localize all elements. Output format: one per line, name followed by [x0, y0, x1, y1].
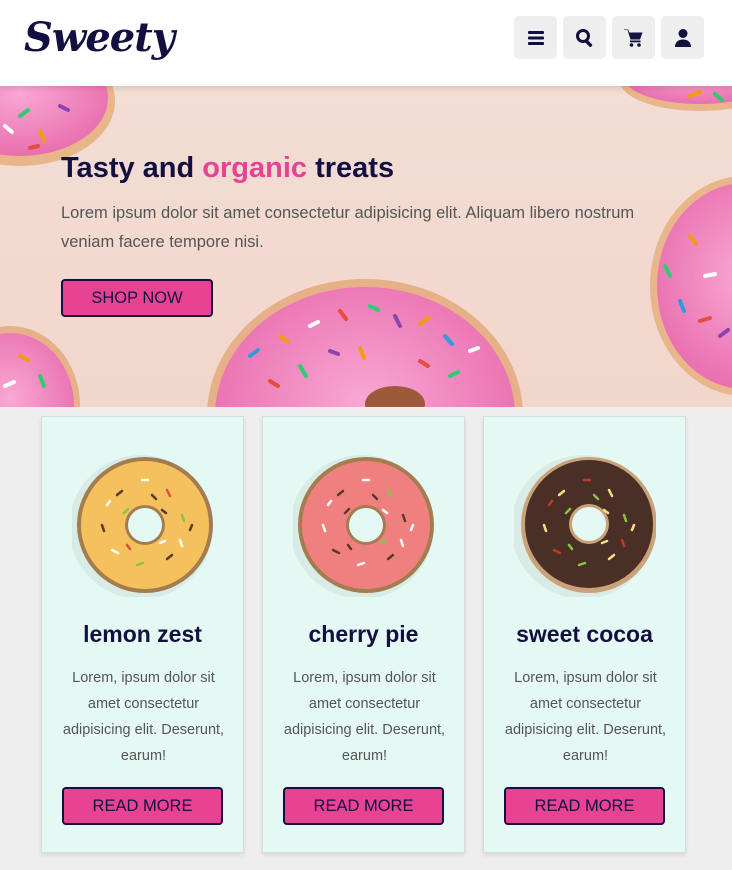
read-more-button[interactable]: READ MORE: [283, 787, 444, 825]
account-button[interactable]: [661, 16, 704, 59]
product-title: cherry pie: [308, 621, 419, 647]
hero-title: Tasty and organic treats: [61, 152, 395, 184]
product-description: Lorem, ipsum dolor sit amet consectetur …: [62, 670, 225, 764]
read-more-button[interactable]: READ MORE: [62, 787, 223, 825]
cart-button[interactable]: [612, 16, 655, 59]
hero-description: Lorem ipsum dolor sit amet consectetur a…: [61, 204, 635, 251]
hero-title-accent: organic: [202, 152, 308, 184]
product-card: sweet cocoa Lorem, ipsum dolor sit amet …: [483, 416, 686, 853]
products-section: lemon zest Lorem, ipsum dolor sit amet c…: [0, 407, 732, 870]
cherry-donut-image: [293, 455, 434, 597]
user-icon: [674, 28, 691, 47]
product-description: Lorem, ipsum dolor sit amet consectetur …: [504, 670, 667, 764]
product-title: sweet cocoa: [516, 621, 653, 647]
logo[interactable]: Sweety: [24, 14, 175, 61]
hero-section: Tasty and organic treats Lorem ipsum dol…: [0, 86, 732, 407]
cocoa-donut-image: [514, 455, 656, 597]
product-card: lemon zest Lorem, ipsum dolor sit amet c…: [41, 416, 244, 853]
shop-now-button[interactable]: SHOP NOW: [61, 279, 213, 317]
lemon-donut-image: [72, 455, 213, 597]
cart-icon: [623, 29, 642, 47]
header-icons: [514, 16, 704, 59]
site-header: Sweety: [0, 0, 732, 86]
read-more-button[interactable]: READ MORE: [504, 787, 665, 825]
product-card: cherry pie Lorem, ipsum dolor sit amet c…: [262, 416, 465, 853]
hero-content: Tasty and organic treats Lorem ipsum dol…: [61, 152, 661, 317]
menu-button[interactable]: [514, 16, 557, 59]
search-icon: [575, 28, 592, 47]
product-description: Lorem, ipsum dolor sit amet consectetur …: [283, 670, 446, 764]
menu-icon: [527, 30, 544, 45]
search-button[interactable]: [563, 16, 606, 59]
product-title: lemon zest: [83, 621, 202, 647]
